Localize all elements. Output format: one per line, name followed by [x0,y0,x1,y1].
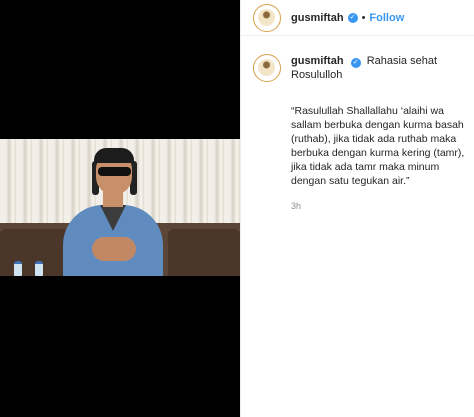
water-bottle [14,261,22,276]
caption-first-line: gusmiftah ✓ Rahasia sehat Rosululloh [291,54,474,82]
video-frame[interactable] [0,139,240,276]
verified-badge-icon: ✓ [347,12,358,23]
post-header: gusmiftah ✓ • Follow [241,0,474,36]
sunglasses [98,167,131,176]
profile-avatar[interactable] [253,3,281,32]
person-hands [92,237,136,261]
follow-button[interactable]: Follow [369,12,404,24]
caption-comment: gusmiftah ✓ Rahasia sehat Rosululloh “Ra… [241,36,474,211]
caption-avatar[interactable] [253,54,281,82]
header-username[interactable]: gusmiftah [291,12,344,24]
separator-dot: • [361,11,366,24]
verified-badge-icon: ✓ [350,58,361,68]
person-headband [94,148,134,163]
post-sidebar: gusmiftah ✓ • Follow gusmiftah ✓ Rahasia… [240,0,474,417]
caption-username[interactable]: gusmiftah [291,55,344,67]
sofa-cushion [168,229,240,276]
post-timestamp[interactable]: 3h [291,201,474,211]
post-media[interactable] [0,0,240,417]
caption-body: gusmiftah ✓ Rahasia sehat Rosululloh “Ra… [291,54,474,211]
caption-quote: “Rasulullah Shallallahu ‘alaihi wa salla… [291,105,465,187]
instagram-post: gusmiftah ✓ • Follow gusmiftah ✓ Rahasia… [0,0,474,417]
water-bottle [35,261,43,276]
